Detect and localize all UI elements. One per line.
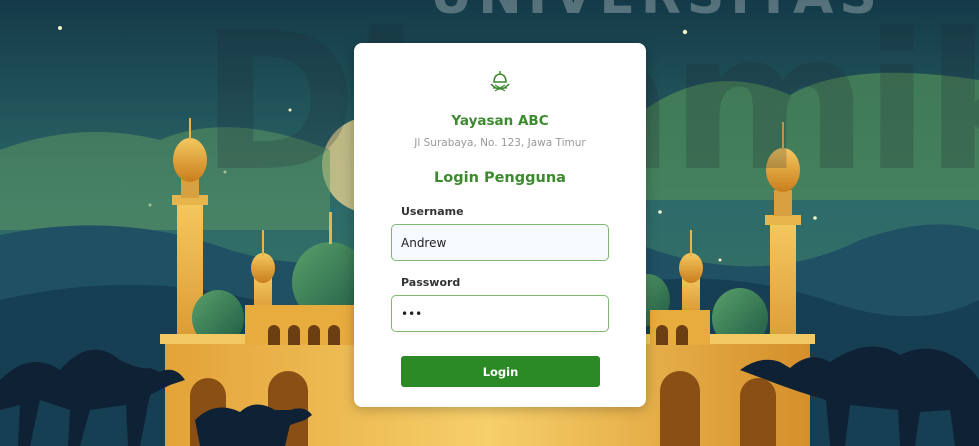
star-icon bbox=[682, 29, 688, 35]
login-button[interactable]: Login bbox=[401, 356, 600, 387]
star-icon bbox=[813, 216, 817, 220]
organization-address: Jl Surabaya, No. 123, Jawa Timur bbox=[414, 137, 586, 149]
star-icon bbox=[658, 210, 662, 214]
star-icon bbox=[718, 258, 722, 262]
star-icon bbox=[288, 108, 292, 112]
login-title: Login Pengguna bbox=[434, 170, 566, 186]
login-card: Yayasan ABC Jl Surabaya, No. 123, Jawa T… bbox=[354, 43, 646, 407]
login-page: UNIVERSITAS Dinamika Yayasan ABC Jl Sura… bbox=[0, 0, 979, 446]
mosque-dome-logo-icon bbox=[490, 71, 510, 92]
password-label: Password bbox=[401, 276, 461, 289]
password-input[interactable] bbox=[391, 295, 609, 332]
username-label: Username bbox=[401, 205, 464, 218]
organization-name: Yayasan ABC bbox=[451, 113, 549, 129]
star-icon bbox=[58, 26, 62, 30]
username-input[interactable] bbox=[391, 224, 609, 261]
